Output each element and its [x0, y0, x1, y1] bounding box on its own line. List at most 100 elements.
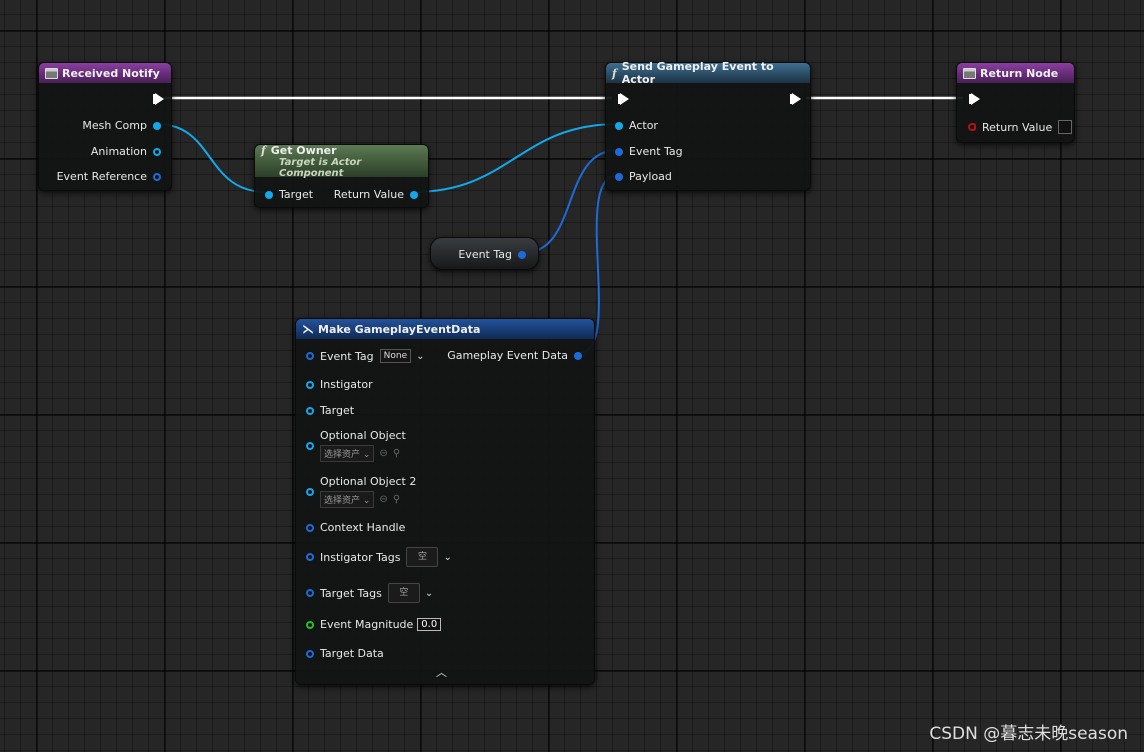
optional-object-2-asset-select[interactable]: 选择资产 ⌄: [320, 491, 375, 508]
make-gameplay-event-data-node[interactable]: ⋋ Make GameplayEventData Gameplay Event …: [295, 318, 595, 685]
magnifier-icon[interactable]: ⚲: [393, 448, 400, 459]
target-tags-field[interactable]: 空: [387, 583, 420, 603]
animation-dot[interactable]: [153, 147, 161, 156]
instigator-dot[interactable]: [306, 380, 314, 389]
instigator-tags-field[interactable]: 空: [406, 547, 439, 567]
wire-owner-actor: [413, 123, 619, 193]
context-handle-dot[interactable]: [306, 523, 314, 532]
exec-in-pin[interactable]: [969, 93, 980, 105]
actor-label: Actor: [629, 119, 658, 132]
return-node-title: Return Node: [980, 66, 1059, 80]
target-data-pin[interactable]: Target Data: [306, 647, 384, 660]
return-value-label: Return Value: [982, 120, 1053, 134]
gameplay-event-data-dot[interactable]: [574, 351, 582, 360]
payload-dot[interactable]: [615, 172, 623, 181]
target-input-dot[interactable]: [306, 406, 314, 415]
chevron-down-icon[interactable]: ⌄: [425, 588, 433, 599]
return-value-pin[interactable]: Return Value: [334, 188, 418, 201]
animation-label: Animation: [90, 145, 147, 158]
optional-object-select-text: 选择资产: [324, 450, 361, 460]
payload-label: Payload: [629, 170, 672, 183]
send-gameplay-event-node[interactable]: f Send Gameplay Event to Actor Actor Eve…: [605, 60, 811, 191]
instigator-tags-pin[interactable]: Instigator Tags 空 ⌄: [306, 547, 452, 567]
event-tag-variable-dot[interactable]: [518, 250, 526, 259]
target-input-label: Target: [320, 404, 355, 417]
browse-arrow-icon[interactable]: ⊖: [379, 494, 387, 505]
target-data-dot[interactable]: [306, 649, 314, 658]
event-tag-variable-pin[interactable]: Event Tag: [458, 248, 526, 261]
collapse-chevron-up-icon[interactable]: ︿: [436, 664, 447, 680]
event-tag-label: Event Tag: [629, 145, 683, 158]
event-reference-pin[interactable]: Event Reference: [57, 170, 161, 183]
optional-object-2-dot[interactable]: [306, 487, 314, 496]
target-tags-dot[interactable]: [306, 589, 314, 597]
event-icon: [45, 67, 58, 79]
make-struct-icon: ⋋: [302, 322, 314, 336]
return-value-checkbox[interactable]: [1058, 120, 1073, 134]
return-value-dot[interactable]: [968, 123, 976, 131]
actor-pin[interactable]: Actor: [615, 119, 658, 132]
optional-object-2-pin[interactable]: Optional Object 2 选择资产 ⌄ ⊖ ⚲: [306, 475, 416, 508]
instigator-label: Instigator: [320, 378, 373, 391]
event-reference-dot[interactable]: [153, 172, 161, 181]
instigator-tags-dot[interactable]: [306, 553, 314, 561]
send-gameplay-event-header[interactable]: f Send Gameplay Event to Actor: [606, 60, 810, 86]
instigator-pin[interactable]: Instigator: [306, 378, 373, 391]
context-handle-pin[interactable]: Context Handle: [306, 521, 405, 534]
optional-object-2-select-text: 选择资产: [324, 496, 361, 506]
event-icon: [963, 67, 976, 79]
target-input-pin[interactable]: Target: [306, 404, 354, 417]
event-magnitude-label: Event Magnitude: [320, 618, 414, 631]
payload-pin[interactable]: Payload: [615, 170, 672, 183]
function-icon: f: [612, 66, 617, 80]
event-tag-dropdown[interactable]: None: [379, 349, 412, 363]
return-value-pin[interactable]: Return Value: [968, 120, 1073, 134]
function-icon: f: [261, 143, 266, 157]
mesh-comp-label: Mesh Comp: [82, 119, 147, 132]
wire-meshcomp-target: [156, 123, 267, 193]
received-notify-title: Received Notify: [62, 66, 160, 80]
browse-arrow-icon[interactable]: ⊖: [379, 448, 387, 459]
gameplay-event-data-label: Gameplay Event Data: [447, 349, 568, 362]
gameplay-event-data-output-pin[interactable]: Gameplay Event Data: [447, 349, 582, 362]
event-magnitude-input[interactable]: 0.0: [417, 618, 442, 631]
mesh-comp-pin[interactable]: Mesh Comp: [82, 119, 161, 132]
mesh-comp-dot[interactable]: [153, 121, 161, 130]
target-tags-label: Target Tags: [320, 586, 382, 600]
target-dot[interactable]: [265, 190, 273, 199]
optional-object-dot[interactable]: [306, 441, 314, 450]
received-notify-header[interactable]: Received Notify: [39, 63, 171, 83]
event-tag-variable-node[interactable]: Event Tag: [430, 237, 539, 270]
optional-object-pin[interactable]: Optional Object 选择资产 ⌄ ⊖ ⚲: [306, 429, 406, 462]
event-tag-input-dot[interactable]: [306, 352, 314, 360]
event-magnitude-pin[interactable]: Event Magnitude 0.0: [306, 618, 442, 631]
event-magnitude-dot[interactable]: [306, 620, 314, 629]
get-owner-header[interactable]: f Get Owner Target is Actor Component: [255, 143, 428, 179]
optional-object-asset-select[interactable]: 选择资产 ⌄: [320, 445, 375, 462]
make-gameplay-event-data-header[interactable]: ⋋ Make GameplayEventData: [296, 319, 594, 339]
target-pin[interactable]: Target: [265, 188, 313, 201]
get-owner-node[interactable]: f Get Owner Target is Actor Component Ta…: [254, 144, 429, 208]
received-notify-node[interactable]: Received Notify Mesh Comp Animation Even…: [38, 62, 172, 191]
exec-out-pin[interactable]: [790, 93, 801, 105]
return-node-header[interactable]: Return Node: [957, 63, 1074, 83]
return-value-dot[interactable]: [410, 190, 418, 199]
target-data-label: Target Data: [320, 647, 384, 660]
actor-dot[interactable]: [615, 121, 623, 130]
exec-out-pin[interactable]: [153, 93, 164, 105]
instigator-tags-label: Instigator Tags: [320, 550, 401, 564]
magnifier-icon[interactable]: ⚲: [393, 494, 400, 505]
event-tag-dot[interactable]: [615, 147, 623, 156]
chevron-down-icon[interactable]: ⌄: [443, 552, 451, 563]
get-owner-subtitle: Target is Actor Component: [279, 156, 362, 179]
exec-in-pin[interactable]: [618, 93, 629, 105]
event-tag-pin[interactable]: Event Tag: [615, 145, 683, 158]
target-label: Target: [279, 188, 314, 201]
animation-pin[interactable]: Animation: [91, 145, 161, 158]
optional-object-label: Optional Object: [320, 429, 406, 442]
target-tags-pin[interactable]: Target Tags 空 ⌄: [306, 583, 433, 603]
return-node[interactable]: Return Node Return Value: [956, 62, 1075, 143]
chevron-down-icon[interactable]: ⌄: [416, 351, 424, 362]
event-tag-input-pin[interactable]: Event Tag None ⌄: [306, 349, 425, 363]
event-reference-label: Event Reference: [56, 170, 147, 183]
